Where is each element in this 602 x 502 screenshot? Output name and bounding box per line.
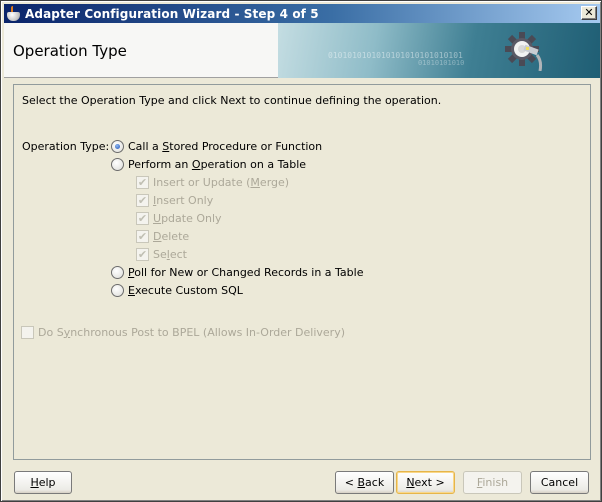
checkbox-update-only[interactable]: ✔ Update Only [136,210,222,226]
wizard-window: Adapter Configuration Wizard - Step 4 of… [0,0,602,502]
next-button[interactable]: Next > [396,471,455,494]
checkbox-checked-disabled[interactable]: ✔ [136,229,149,243]
checkbox-checked-disabled[interactable]: ✔ [136,211,149,225]
cancel-button[interactable]: Cancel [530,471,589,494]
option-label: Poll for New or Changed Records in a Tab… [128,265,364,279]
back-button[interactable]: < Back [335,471,394,494]
finish-button[interactable]: Finish [463,471,522,494]
checkbox-unchecked-disabled[interactable] [21,325,34,339]
java-cup-icon [6,5,22,22]
checkbox-label: Delete [153,229,190,243]
checkbox-label: Update Only [153,211,222,225]
option-label: Call a Stored Procedure or Function [128,139,323,153]
option-label: Execute Custom SQL [128,283,243,297]
checkbox-label: Do Synchronous Post to BPEL (Allows In-O… [38,325,345,339]
window-title: Adapter Configuration Wizard - Step 4 of… [25,6,319,21]
checkbox-label: Select [153,247,187,261]
radio-call-stored-procedure[interactable]: Call a Stored Procedure or Function [111,138,322,154]
checkbox-label: Insert or Update (Merge) [153,175,290,189]
instruction-text: Select the Operation Type and click Next… [22,94,442,107]
checkbox-select[interactable]: ✔ Select [136,246,187,262]
content-panel: Select the Operation Type and click Next… [13,84,591,460]
radio-button[interactable] [111,283,124,297]
checkbox-checked-disabled[interactable]: ✔ [136,175,149,189]
header-banner: 0101010101010101010101010101 01010101010 [278,23,600,78]
radio-button[interactable] [111,157,124,171]
checkbox-synchronous-post[interactable]: Do Synchronous Post to BPEL (Allows In-O… [21,324,345,340]
checkbox-checked-disabled[interactable]: ✔ [136,247,149,261]
option-label: Perform an Operation on a Table [128,157,307,171]
checkbox-label: Insert Only [153,193,214,207]
checkbox-checked-disabled[interactable]: ✔ [136,193,149,207]
radio-execute-custom-sql[interactable]: Execute Custom SQL [111,282,243,298]
page-title: Operation Type [13,42,127,60]
radio-perform-table-operation[interactable]: Perform an Operation on a Table [111,156,306,172]
operation-type-label: Operation Type: [22,140,110,153]
close-icon: ✕ [584,6,594,19]
title-bar[interactable]: Adapter Configuration Wizard - Step 4 of… [4,4,600,23]
radio-poll-records[interactable]: Poll for New or Changed Records in a Tab… [111,264,363,280]
banner-binary-text-2: 01010101010 [418,59,465,67]
checkbox-delete[interactable]: ✔ Delete [136,228,189,244]
radio-button[interactable] [111,265,124,279]
help-button[interactable]: Help [14,471,72,494]
wizard-header: Operation Type 0101010101010101010101010… [4,23,600,78]
checkbox-insert-or-update[interactable]: ✔ Insert or Update (Merge) [136,174,289,190]
checkbox-insert-only[interactable]: ✔ Insert Only [136,192,213,208]
close-button[interactable]: ✕ [581,6,597,20]
gear-plug-icon [505,32,543,71]
radio-button-selected[interactable] [111,139,124,153]
